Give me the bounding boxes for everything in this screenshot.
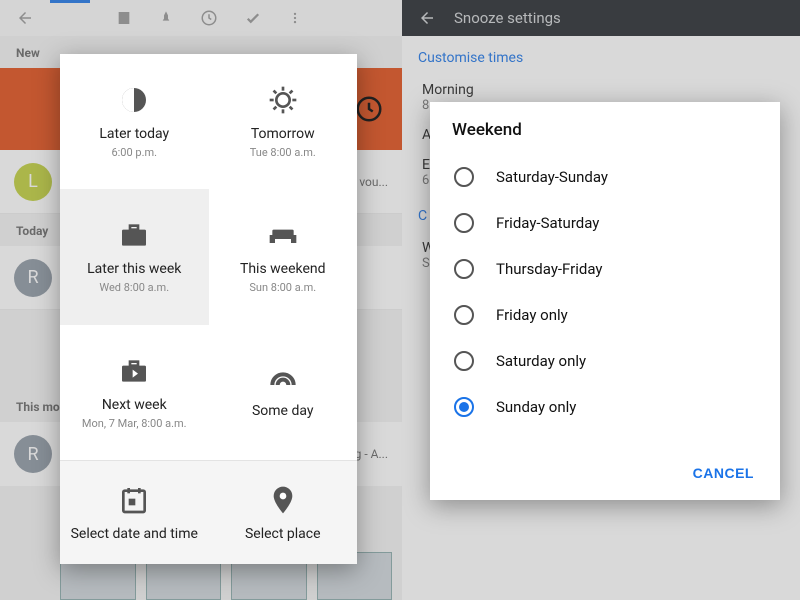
option-label: Sunday only (496, 398, 576, 416)
radio-icon (454, 167, 474, 187)
option-label: Next week (102, 397, 167, 413)
calendar-icon (118, 484, 150, 516)
option-label: Later this week (87, 261, 181, 277)
option-label: Friday-Saturday (496, 214, 599, 232)
snooze-option-next-week[interactable]: Next week Mon, 7 Mar, 8:00 a.m. (60, 325, 209, 460)
option-label: Some day (252, 403, 314, 419)
tomorrow-icon (267, 84, 299, 116)
weekend-dialog-title: Weekend (438, 120, 772, 150)
snooze-option-this-weekend[interactable]: This weekend Sun 8:00 a.m. (209, 189, 358, 324)
option-label: Thursday-Friday (496, 260, 603, 278)
option-label: Saturday only (496, 352, 586, 370)
place-icon (267, 484, 299, 516)
option-label: Friday only (496, 306, 568, 324)
option-label: Select place (245, 526, 321, 542)
option-label: This weekend (240, 261, 326, 277)
snooze-option-some-day[interactable]: Some day (209, 325, 358, 460)
weekend-dialog: Weekend Saturday-Sunday Friday-Saturday … (430, 102, 780, 500)
option-label: Select date and time (71, 526, 198, 542)
option-label: Tomorrow (251, 126, 315, 142)
weekend-option-sat-only[interactable]: Saturday only (446, 338, 764, 384)
radio-icon (454, 213, 474, 233)
radio-icon (454, 305, 474, 325)
cancel-button[interactable]: CANCEL (693, 465, 754, 481)
option-subtext: 6:00 p.m. (111, 146, 157, 159)
weekend-option-thu-fri[interactable]: Thursday-Friday (446, 246, 764, 292)
snooze-menu: Later today 6:00 p.m. Tomorrow Tue 8:00 … (60, 54, 357, 564)
option-subtext: Wed 8:00 a.m. (99, 281, 169, 294)
snooze-option-tomorrow[interactable]: Tomorrow Tue 8:00 a.m. (209, 54, 358, 189)
weekend-option-sun-only[interactable]: Sunday only (446, 384, 764, 430)
snooze-option-later-today[interactable]: Later today 6:00 p.m. (60, 54, 209, 189)
radio-icon (454, 397, 474, 417)
weekend-option-fri-only[interactable]: Friday only (446, 292, 764, 338)
snooze-option-later-this-week[interactable]: Later this week Wed 8:00 a.m. (60, 189, 209, 324)
option-label: Later today (99, 126, 169, 142)
option-subtext: Mon, 7 Mar, 8:00 a.m. (82, 417, 187, 430)
snooze-select-place[interactable]: Select place (209, 461, 358, 564)
snooze-select-date-time[interactable]: Select date and time (60, 461, 209, 564)
radio-icon (454, 351, 474, 371)
option-subtext: Tue 8:00 a.m. (250, 146, 316, 159)
later-today-icon (118, 84, 150, 116)
option-subtext: Sun 8:00 a.m. (249, 281, 316, 294)
weekend-option-fri-sat[interactable]: Friday-Saturday (446, 200, 764, 246)
briefcase-icon (118, 219, 150, 251)
option-label: Saturday-Sunday (496, 168, 608, 186)
someday-icon (267, 361, 299, 393)
weekend-options-list: Saturday-Sunday Friday-Saturday Thursday… (438, 150, 772, 457)
next-week-icon (118, 355, 150, 387)
weekend-option-sat-sun[interactable]: Saturday-Sunday (446, 154, 764, 200)
radio-icon (454, 259, 474, 279)
couch-icon (267, 219, 299, 251)
